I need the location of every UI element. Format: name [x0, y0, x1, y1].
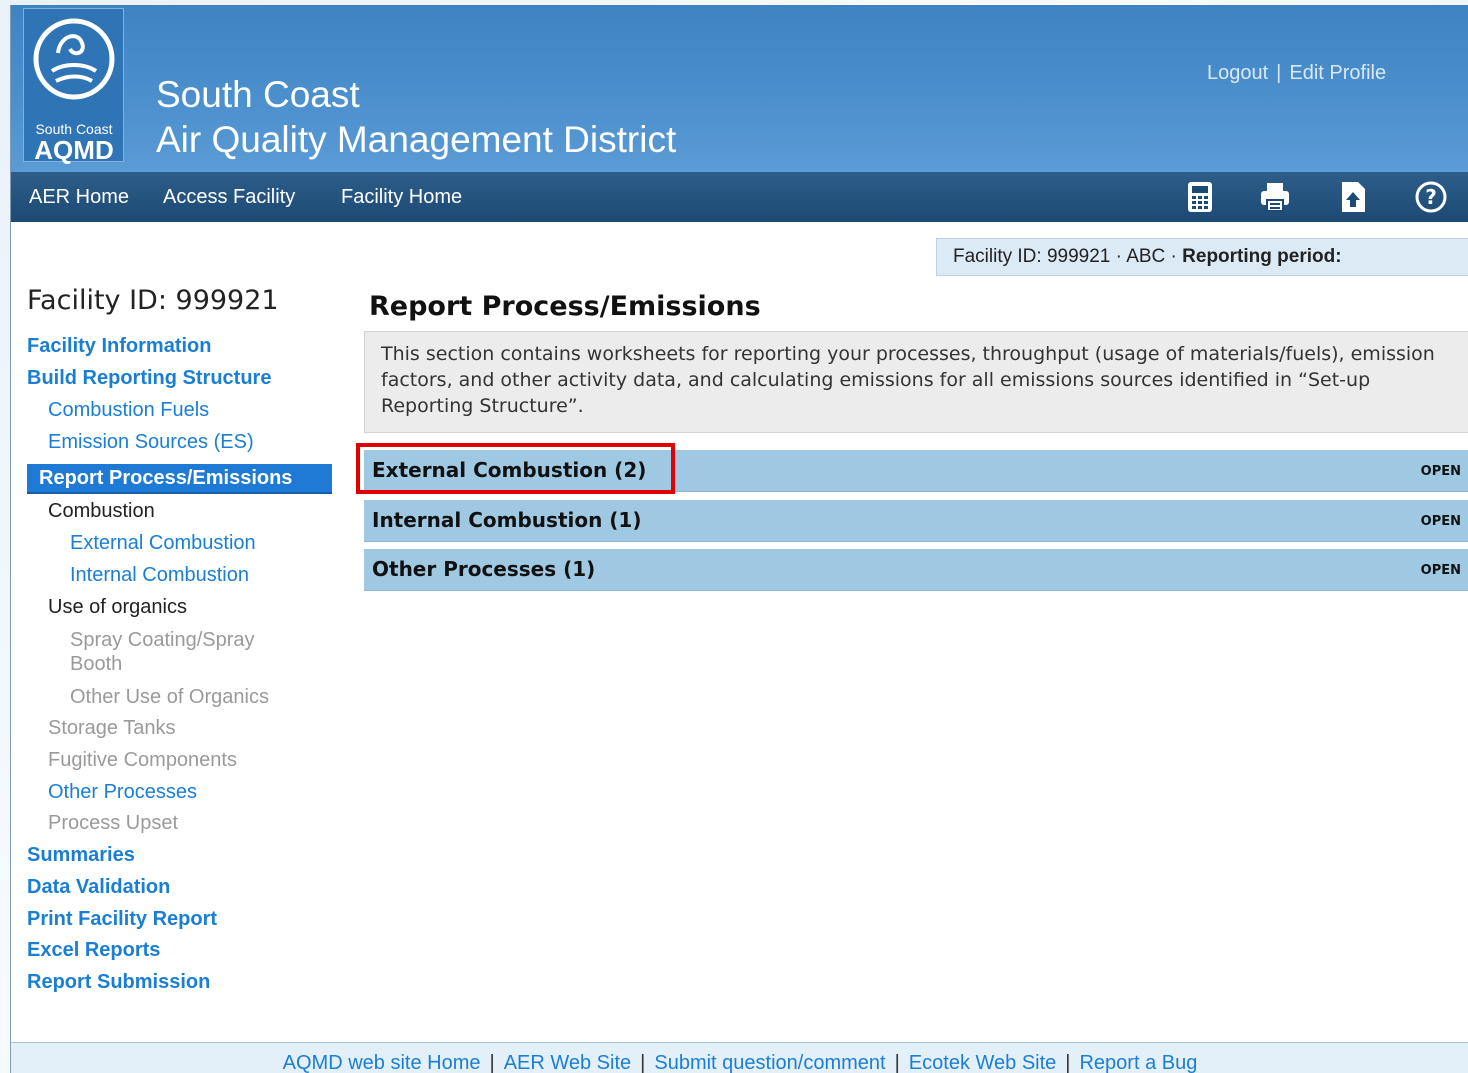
site-title-line1: South Coast: [156, 74, 360, 115]
sidebar-item-emission-sources[interactable]: Emission Sources (ES): [48, 431, 254, 454]
accordion-other-processes[interactable]: Other Processes (1) OPEN: [364, 549, 1468, 591]
footer-separator: |: [1065, 1052, 1071, 1073]
logo-big-text: AQMD: [34, 135, 114, 165]
sidebar-item-other-use-of-organics: Other Use of Organics: [70, 686, 269, 708]
footer-separator: |: [640, 1052, 646, 1073]
nav-access-facility[interactable]: Access Facility: [163, 186, 295, 209]
sidebar-item-print-facility-report[interactable]: Print Facility Report: [27, 908, 217, 931]
footer-link-aqmd-home[interactable]: AQMD web site Home: [283, 1052, 481, 1073]
footer-separator: |: [489, 1052, 495, 1073]
sidebar-item-summaries[interactable]: Summaries: [27, 844, 135, 867]
page-frame: South Coast AQMD South Coast Air Quality…: [10, 5, 1468, 1073]
footer-link-submit-question[interactable]: Submit question/comment: [654, 1052, 885, 1073]
accordion-label: Internal Combustion (1): [372, 508, 642, 532]
svg-text:?: ?: [1425, 185, 1437, 209]
sidebar-title: Facility ID: 999921: [27, 285, 279, 316]
accordion-internal-combustion[interactable]: Internal Combustion (1) OPEN: [364, 500, 1468, 542]
main-navbar: AER Home Access Facility Facility Home ?: [11, 172, 1468, 222]
accordion-open-toggle[interactable]: OPEN: [1421, 464, 1461, 479]
logo-emblem-icon: [33, 18, 115, 100]
facility-info-text: Facility ID: 999921 · ABC ·: [953, 246, 1183, 267]
accordion-open-toggle[interactable]: OPEN: [1421, 563, 1461, 578]
help-icon[interactable]: ?: [1414, 180, 1448, 214]
accordion-label: Other Processes (1): [372, 557, 596, 581]
reporting-period-label: Reporting period:: [1182, 246, 1342, 267]
sidebar-item-external-combustion[interactable]: External Combustion: [70, 532, 256, 555]
upload-icon[interactable]: [1336, 180, 1370, 214]
sidebar-item-combustion-fuels[interactable]: Combustion Fuels: [48, 399, 209, 422]
nav-facility-home[interactable]: Facility Home: [341, 186, 462, 209]
user-links-separator: |: [1276, 62, 1282, 84]
facility-info-bar: Facility ID: 999921 · ABC · Reporting pe…: [936, 238, 1468, 276]
accordion-open-toggle[interactable]: OPEN: [1421, 514, 1461, 529]
sidebar-item-build-reporting-structure[interactable]: Build Reporting Structure: [27, 367, 271, 390]
aqmd-logo[interactable]: South Coast AQMD: [23, 8, 124, 165]
logout-link[interactable]: Logout: [1207, 62, 1268, 84]
site-footer: AQMD web site Home | AER Web Site | Submit q…: [11, 1042, 1468, 1073]
footer-separator: |: [894, 1052, 900, 1073]
calculator-icon[interactable]: [1183, 180, 1217, 214]
accordion-label: External Combustion (2): [372, 458, 647, 482]
footer-link-ecotek-web-site[interactable]: Ecotek Web Site: [909, 1052, 1056, 1073]
user-links: Logout | Edit Profile: [1207, 62, 1386, 85]
footer-link-aer-web-site[interactable]: AER Web Site: [504, 1052, 631, 1073]
sidebar-item-use-of-organics: Use of organics: [48, 596, 187, 618]
sidebar-item-data-validation[interactable]: Data Validation: [27, 876, 170, 899]
sidebar-item-fugitive-components: Fugitive Components: [48, 749, 237, 771]
accordion-external-combustion[interactable]: External Combustion (2) OPEN: [364, 450, 1468, 492]
sidebar-item-storage-tanks: Storage Tanks: [48, 717, 176, 739]
sidebar-item-combustion: Combustion: [48, 500, 155, 522]
sidebar-item-other-processes[interactable]: Other Processes: [48, 781, 197, 804]
nav-aer-home[interactable]: AER Home: [29, 186, 129, 209]
sidebar-item-spray-coating: Spray Coating/Spray Booth: [70, 629, 255, 675]
edit-profile-link[interactable]: Edit Profile: [1289, 62, 1386, 84]
sidebar-item-report-submission[interactable]: Report Submission: [27, 971, 210, 994]
site-title-line2: Air Quality Management District: [156, 119, 677, 160]
sidebar-item-facility-information[interactable]: Facility Information: [27, 335, 211, 358]
page-title: Report Process/Emissions: [369, 291, 761, 322]
sidebar-item-process-upset: Process Upset: [48, 812, 179, 834]
sidebar-item-internal-combustion[interactable]: Internal Combustion: [70, 564, 249, 587]
footer-link-report-a-bug[interactable]: Report a Bug: [1079, 1052, 1197, 1073]
printer-icon[interactable]: [1258, 180, 1292, 214]
site-header: South Coast AQMD South Coast Air Quality…: [11, 5, 1468, 172]
sidebar-item-excel-reports[interactable]: Excel Reports: [27, 939, 160, 962]
sidebar-item-report-process-emissions[interactable]: Report Process/Emissions: [27, 464, 332, 494]
section-description: This section contains worksheets for rep…: [364, 331, 1468, 433]
